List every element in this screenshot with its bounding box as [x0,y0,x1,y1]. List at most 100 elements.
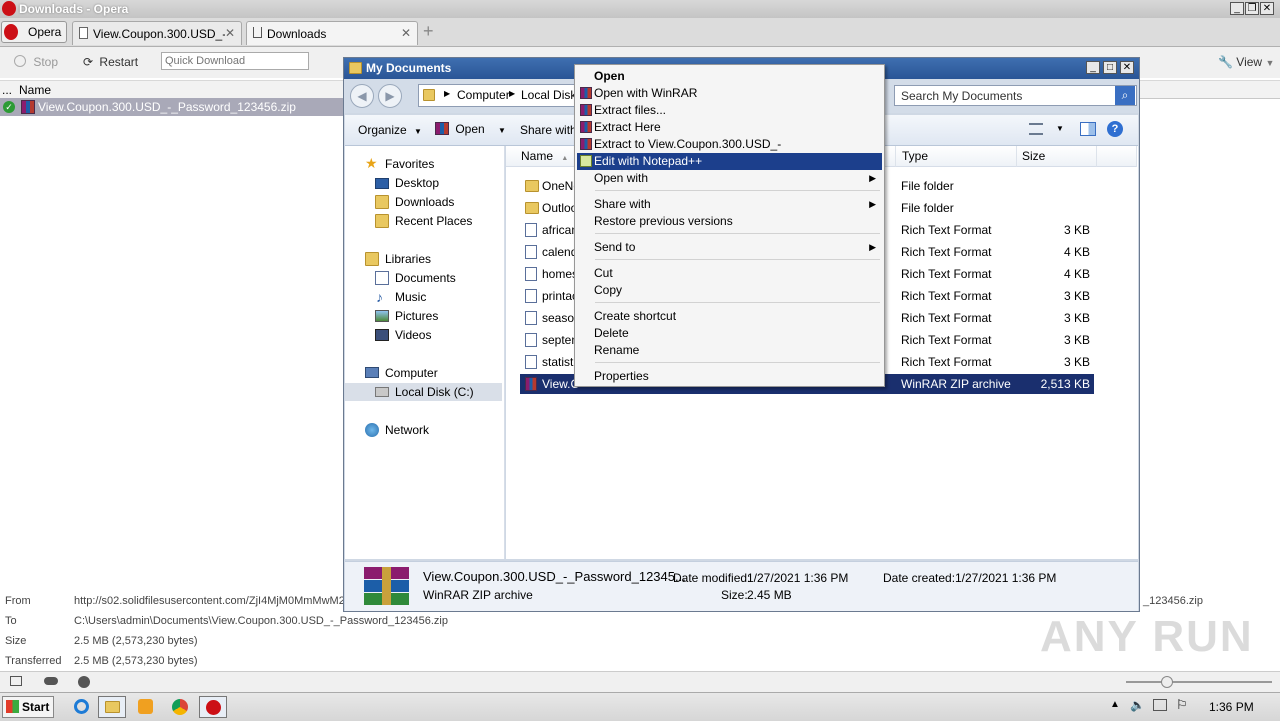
flag-icon[interactable]: ⚐ [1176,697,1188,713]
open-label: Open [455,122,485,136]
zoom-slider-thumb[interactable] [1161,676,1173,688]
network-tray-icon[interactable] [1153,699,1167,711]
menu-open[interactable]: Open [577,68,882,85]
ie-icon[interactable] [68,696,96,718]
nav-favorites[interactable]: ★ Favorites [345,155,495,173]
chevron-down-icon: ▼ [1265,58,1275,68]
menu-extract-to[interactable]: Extract to View.Coupon.300.USD_-_Passwor… [577,136,882,168]
detail-to-label: To [5,615,17,627]
explorer-close-button[interactable]: ✕ [1120,61,1134,74]
breadcrumb-computer[interactable]: Computer [457,88,510,102]
clock[interactable]: 1:36 PM [1209,700,1254,714]
menu-item-label: Open with WinRAR [594,86,698,100]
column-dots[interactable]: ... [2,83,12,97]
opera-taskbar-icon[interactable] [199,696,227,718]
menu-edit-notepadpp[interactable]: Edit with Notepad++ [577,153,882,170]
menu-properties[interactable]: Properties [577,368,882,385]
speed-dial-icon[interactable] [78,676,90,688]
videos-icon [375,329,389,341]
chrome-icon[interactable] [166,696,194,718]
share-with-button[interactable]: Share with [520,123,577,137]
nav-libraries[interactable]: Libraries [345,250,495,268]
media-player-icon[interactable] [132,696,160,718]
organize-button[interactable]: Organize ▼ [358,123,422,137]
menu-separator [595,302,880,303]
column-header-size[interactable]: Size [1017,146,1097,167]
restore-button[interactable]: ❐ [1245,2,1259,15]
details-file-kind: WinRAR ZIP archive [423,588,533,602]
menu-cut[interactable]: Cut [577,265,882,282]
menu-open-with-winrar[interactable]: Open with WinRAR [577,85,882,102]
preview-pane-icon[interactable] [1080,122,1096,136]
panel-toggle-icon[interactable] [10,676,22,686]
tab-coupon[interactable]: View.Coupon.300.USD_-... ✕ [72,21,242,45]
date-created-value: 1/27/2021 1:36 PM [955,571,1057,585]
view-options-icon[interactable] [1029,123,1043,135]
menu-send-to[interactable]: Send to ▶ [577,239,882,256]
volume-icon[interactable]: 🔈 [1130,698,1145,712]
nav-pictures[interactable]: Pictures [345,307,495,325]
close-tab-icon[interactable]: ✕ [401,26,411,40]
explorer-taskbar-icon[interactable] [98,696,126,718]
explorer-minimize-button[interactable]: _ [1086,61,1100,74]
close-button[interactable]: ✕ [1260,2,1274,15]
start-button[interactable]: Start [2,696,54,718]
detail-to-value[interactable]: C:\Users\admin\Documents\View.Coupon.300… [74,615,448,627]
menu-rename[interactable]: Rename [577,342,882,359]
nav-documents[interactable]: Documents [345,269,495,287]
menu-restore-previous-versions[interactable]: Restore previous versions [577,213,882,230]
menu-copy[interactable]: Copy [577,282,882,299]
detail-from-value[interactable]: http://s02.solidfilesusercontent.com/ZjI… [74,595,345,607]
column-header-type[interactable]: Type [896,146,1017,167]
nav-videos[interactable]: Videos [345,326,495,344]
winrar-icon [580,104,592,116]
view-menu-button[interactable]: 🔧 View ▼ [1218,55,1274,69]
download-row[interactable]: ✓ View.Coupon.300.USD_-_Password_123456.… [0,98,345,116]
zoom-slider[interactable] [1126,676,1272,688]
tray-expand-icon[interactable]: ▲ [1110,699,1120,710]
menu-extract-here[interactable]: Extract Here [577,119,882,136]
winrar-large-icon [364,567,409,605]
detail-from-label: From [5,595,31,607]
stop-label: Stop [33,55,59,69]
help-icon[interactable]: ? [1107,121,1123,137]
nav-computer[interactable]: Computer [345,364,495,382]
browser-status-bar [0,671,1280,692]
nav-downloads[interactable]: Downloads [345,193,495,211]
nav-desktop[interactable]: Desktop [345,174,495,192]
nav-music[interactable]: ♪ Music [345,288,495,306]
file-type: Rich Text Format [901,223,992,237]
menu-open-with[interactable]: Open with ▶ [577,170,882,187]
nav-network[interactable]: Network [345,421,495,439]
new-tab-button[interactable]: + [423,21,434,42]
minimize-button[interactable]: _ [1230,2,1244,15]
anyrun-watermark: ANY RUN [1040,612,1254,661]
cloud-icon[interactable] [44,677,58,685]
document-icon [525,267,537,281]
menu-create-shortcut[interactable]: Create shortcut [577,308,882,325]
restart-button[interactable]: ⟳ Restart [83,55,138,69]
back-button[interactable]: ◀ [350,84,374,108]
menu-share-with[interactable]: Share with ▶ [577,196,882,213]
search-box[interactable]: Search My Documents ⌕ [894,85,1137,106]
menu-extract-files[interactable]: Extract files... [577,102,882,119]
forward-button[interactable]: ▶ [378,84,402,108]
address-bar[interactable]: ▶ Computer ▶ Local Disk (C: [418,84,596,107]
open-button[interactable]: Open ▼ [435,122,506,136]
nav-local-disk[interactable]: Local Disk (C:) [345,383,502,401]
libraries-icon [365,252,379,266]
column-header-extra [1097,146,1137,167]
detail-transferred-value: 2.5 MB (2,573,230 bytes) [74,655,198,667]
quick-download-input[interactable] [161,52,309,70]
nav-recent-places[interactable]: Recent Places [345,212,495,230]
close-tab-icon[interactable]: ✕ [225,26,235,40]
explorer-maximize-button[interactable]: □ [1103,61,1117,74]
menu-delete[interactable]: Delete [577,325,882,342]
stop-button[interactable]: Stop [14,55,58,69]
opera-menu-button[interactable]: Opera [1,21,67,43]
search-icon[interactable]: ⌕ [1115,86,1135,105]
view-options-chevron-icon[interactable]: ▼ [1056,124,1064,133]
column-name[interactable]: Name [19,83,51,97]
tab-downloads[interactable]: Downloads ✕ [246,21,418,45]
windows-logo-icon [6,700,19,713]
